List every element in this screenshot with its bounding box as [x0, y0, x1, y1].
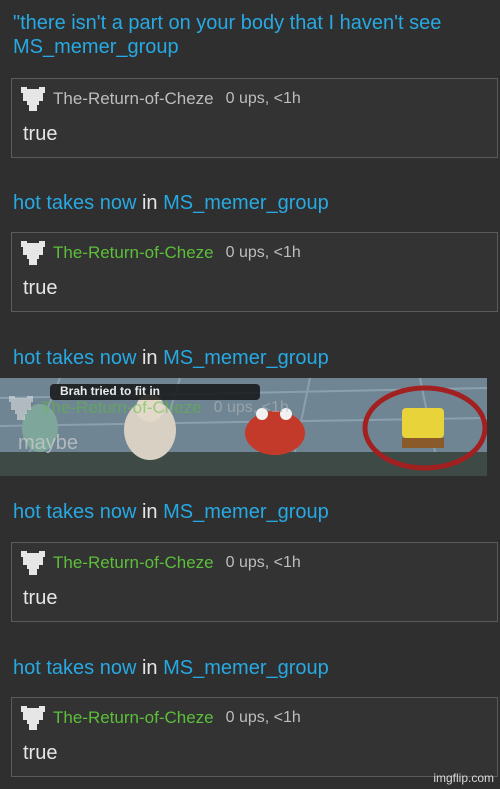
- group-link[interactable]: MS_memer_group: [163, 347, 329, 369]
- in-label: in: [141, 192, 158, 214]
- username-link[interactable]: The-Return-of-Cheze: [53, 89, 214, 109]
- post-title-row: hot takes now in MS_memer_group: [0, 500, 500, 524]
- group-link[interactable]: MS_memer_group: [163, 501, 329, 523]
- comment-card: The-Return-of-Cheze 0 ups, <1h true: [11, 697, 498, 777]
- comment-card: The-Return-of-Cheze 0 ups, <1h true: [11, 542, 498, 622]
- group-link[interactable]: MS_memer_group: [163, 192, 329, 214]
- in-label: in: [141, 347, 158, 369]
- meme-image: Brah tried to fit in The-Return-of-Cheze…: [0, 378, 487, 476]
- comment-meta: 0 ups, <1h: [213, 399, 289, 416]
- username-link[interactable]: The-Return-of-Cheze: [53, 708, 214, 728]
- user-avatar-icon[interactable]: [19, 704, 47, 732]
- post-title-link[interactable]: hot takes now: [13, 657, 136, 679]
- username-link[interactable]: The-Return-of-Cheze: [41, 398, 202, 418]
- group-link[interactable]: MS_memer_group: [163, 657, 329, 679]
- username-link[interactable]: The-Return-of-Cheze: [53, 243, 214, 263]
- post-title-link[interactable]: hot takes now: [13, 501, 136, 523]
- comment-text: true: [23, 123, 58, 145]
- post-title-link[interactable]: "there isn't a part on your body that I …: [0, 11, 500, 35]
- post-title-link[interactable]: hot takes now: [13, 192, 136, 214]
- header: "there isn't a part on your body that I …: [0, 11, 500, 59]
- comment-text: true: [23, 277, 58, 299]
- group-link[interactable]: MS_memer_group: [0, 35, 500, 59]
- comment-text: true: [23, 742, 58, 764]
- comment-meta: 0 ups, <1h: [225, 244, 301, 261]
- comment-card: The-Return-of-Cheze 0 ups, <1h true: [11, 232, 498, 312]
- comment-meta: 0 ups, <1h: [225, 709, 301, 726]
- imgflip-watermark: imgflip.com: [433, 771, 494, 785]
- user-avatar-icon[interactable]: [19, 239, 47, 267]
- in-label: in: [141, 501, 158, 523]
- post-title-link[interactable]: hot takes now: [13, 347, 136, 369]
- post-title-row: hot takes now in MS_memer_group: [0, 191, 500, 215]
- user-avatar-icon[interactable]: [7, 394, 35, 422]
- comment-meta: 0 ups, <1h: [225, 554, 301, 571]
- comment-text: true: [23, 587, 58, 609]
- comment-meta: 0 ups, <1h: [225, 90, 301, 107]
- user-avatar-icon[interactable]: [19, 549, 47, 577]
- in-label: in: [141, 657, 158, 679]
- post-title-row: hot takes now in MS_memer_group: [0, 346, 500, 370]
- user-avatar-icon[interactable]: [19, 85, 47, 113]
- comment-card: The-Return-of-Cheze 0 ups, <1h true: [11, 78, 498, 158]
- comment-text: maybe: [18, 432, 79, 454]
- username-link[interactable]: The-Return-of-Cheze: [53, 553, 214, 573]
- post-title-row: hot takes now in MS_memer_group: [0, 656, 500, 680]
